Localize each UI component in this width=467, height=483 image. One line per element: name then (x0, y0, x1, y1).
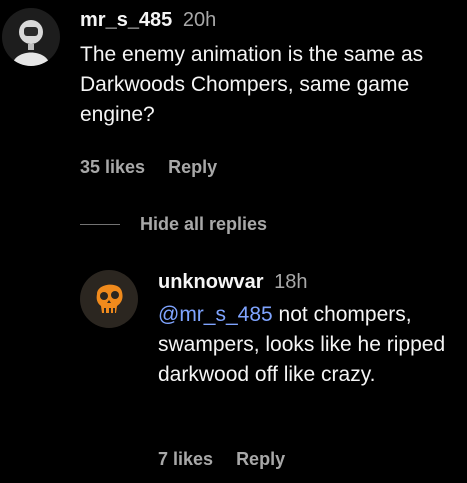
astronaut-avatar-icon[interactable] (2, 8, 60, 66)
reply-timestamp: 18h (274, 271, 308, 293)
hide-replies-label: Hide all replies (140, 214, 268, 234)
reply-body: unknowvar 18h @mr_s_485 not chompers, sw… (158, 270, 458, 469)
mention-link[interactable]: @mr_s_485 (158, 303, 273, 326)
reply-text: @mr_s_485 not chompers, swampers, looks … (158, 300, 458, 390)
likes-count[interactable]: 35 likes (80, 157, 145, 177)
reply-header: unknowvar 18h (158, 270, 458, 294)
reply-username[interactable]: unknowvar (158, 271, 264, 293)
comment-thread: mr_s_485 20h The enemy animation is the … (0, 0, 467, 483)
replies-divider (80, 224, 120, 225)
comment-actions: 35 likes Reply (80, 156, 217, 178)
reply-comment: unknowvar 18h @mr_s_485 not chompers, sw… (80, 270, 445, 469)
comment-header: mr_s_485 20h (80, 8, 460, 32)
hide-replies-button[interactable]: Hide all replies (80, 214, 267, 235)
reply-button[interactable]: Reply (168, 157, 217, 177)
comment-body: mr_s_485 20h The enemy animation is the … (80, 8, 460, 177)
comment: mr_s_485 20h The enemy animation is the … (0, 8, 423, 177)
orange-skull-avatar-icon[interactable] (80, 270, 138, 328)
reply-actions: 7 likes Reply (158, 448, 285, 470)
comment-username[interactable]: mr_s_485 (80, 9, 172, 31)
reply-button[interactable]: Reply (236, 449, 285, 469)
comment-text: The enemy animation is the same as Darkw… (80, 43, 424, 126)
comment-timestamp: 20h (182, 9, 217, 31)
likes-count[interactable]: 7 likes (158, 449, 213, 469)
